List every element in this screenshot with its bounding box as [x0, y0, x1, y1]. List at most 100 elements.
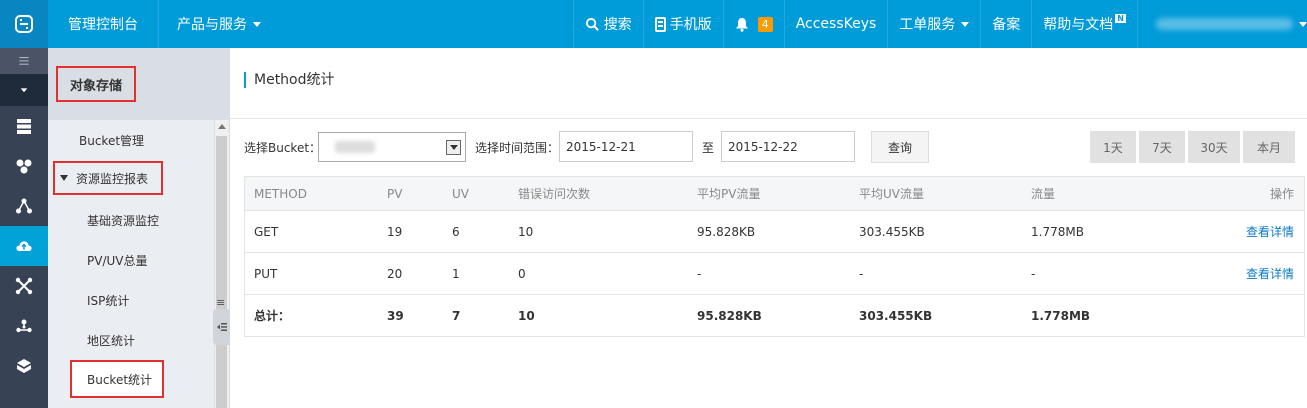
scroll-up-arrow-icon[interactable] — [217, 124, 226, 129]
method-stats-table: METHOD PV UV 错误访问次数 平均PV流量 平均UV流量 流量 操作 … — [244, 176, 1305, 337]
total-label: 总计： — [254, 309, 291, 323]
bucket-name-redacted — [335, 141, 375, 153]
sidebar-title: 对象存储 — [56, 66, 136, 102]
sidebar-group-label: 资源监控报表 — [76, 171, 149, 186]
help-link[interactable]: 帮助与文档 N — [1031, 0, 1137, 48]
server-icon — [17, 119, 31, 134]
cell-error-count: 0 — [518, 266, 526, 281]
total-avg-pv-traffic: 95.828KB — [697, 308, 762, 323]
sidebar-header: 对象存储 — [48, 48, 229, 120]
sidebar-scrollbar[interactable] — [214, 120, 228, 408]
table-row: GET 19 6 10 95.828KB 303.455KB 1.778MB 查… — [245, 210, 1304, 252]
sidebar-item-box[interactable] — [0, 346, 48, 386]
title-divider — [230, 118, 1307, 119]
mobile-label: 手机版 — [669, 17, 712, 33]
menu-toggle[interactable] — [0, 48, 48, 74]
cell-error-count: 10 — [518, 224, 534, 239]
sidebar-item-network[interactable] — [0, 186, 48, 226]
grip-icon: ≡ — [216, 296, 226, 309]
cell-uv: 6 — [452, 224, 460, 239]
record-link[interactable]: 备案 — [980, 0, 1031, 48]
products-label: 产品与服务 — [177, 17, 247, 33]
sidebar-item-bucket-stats[interactable]: Bucket统计 — [70, 360, 164, 398]
header-method: METHOD — [254, 186, 307, 201]
search-button[interactable]: 搜索 — [572, 0, 643, 48]
cell-traffic: 1.778MB — [1031, 224, 1084, 239]
notification-button[interactable]: 4 — [722, 0, 784, 48]
cell-avg-uv-traffic: 303.455KB — [859, 224, 925, 239]
collapse-toggle[interactable] — [0, 74, 48, 106]
table-total-row: 总计： 39 7 10 95.828KB 303.455KB 1.778MB — [245, 294, 1304, 336]
share-icon — [16, 319, 32, 333]
chevron-down-icon — [253, 21, 261, 27]
cell-uv: 1 — [452, 266, 460, 281]
cell-avg-pv-traffic: 95.828KB — [697, 224, 756, 239]
products-menu[interactable]: 产品与服务 — [159, 0, 279, 48]
mobile-button[interactable]: 手机版 — [642, 0, 723, 48]
user-name-redacted — [1156, 18, 1293, 30]
network-icon — [16, 198, 32, 214]
cell-method: GET — [254, 224, 279, 239]
view-details-link[interactable]: 查看详情 — [1246, 211, 1294, 252]
scrollbar-thumb[interactable] — [216, 136, 227, 408]
end-date-input[interactable] — [721, 131, 855, 162]
ticket-menu[interactable]: 工单服务 — [887, 0, 980, 48]
query-button[interactable]: 查询 — [871, 131, 929, 163]
ticket-label: 工单服务 — [899, 17, 956, 33]
bucket-select[interactable] — [318, 132, 466, 162]
select-bucket-label: 选择Bucket： — [244, 140, 322, 155]
cloud-storage-icon — [16, 241, 32, 251]
cell-traffic: - — [1031, 266, 1036, 281]
select-dropdown-button[interactable] — [446, 140, 461, 155]
total-pv: 39 — [387, 308, 404, 323]
product-icon-sidebar — [0, 48, 48, 408]
notification-badge: 4 — [757, 16, 773, 32]
total-error-count: 10 — [518, 308, 535, 323]
collapse-icon — [20, 88, 28, 93]
logo[interactable] — [0, 0, 48, 48]
sidebar-item-pvuv[interactable]: PV/UV总量 — [48, 252, 214, 269]
page-title: Method统计 — [244, 72, 335, 88]
sidebar-item-share[interactable] — [0, 306, 48, 346]
sidebar-item-region[interactable]: 地区统计 — [48, 332, 214, 349]
view-details-link[interactable]: 查看详情 — [1246, 253, 1294, 294]
cell-method: PUT — [254, 266, 278, 281]
search-icon — [585, 17, 599, 31]
sidebar-item-bucket-manage[interactable]: Bucket管理 — [48, 132, 214, 149]
bell-icon — [735, 17, 748, 32]
to-label: 至 — [702, 140, 715, 155]
box-icon — [17, 359, 31, 373]
sidebar-item-basic-monitor[interactable]: 基础资源监控 — [48, 212, 214, 229]
total-uv: 7 — [452, 308, 461, 323]
sidebar-item-isp[interactable]: ISP统计 — [48, 292, 214, 309]
accesskeys-link[interactable]: AccessKeys — [783, 0, 888, 48]
range-7day-button[interactable]: 7天 — [1139, 131, 1185, 163]
sidebar-item-node[interactable] — [0, 266, 48, 306]
sidebar-item-server[interactable] — [0, 106, 48, 146]
header-pv: PV — [387, 186, 403, 201]
chevron-down-icon — [449, 145, 458, 150]
range-30day-button[interactable]: 30天 — [1188, 131, 1240, 163]
cell-avg-uv-traffic: - — [859, 266, 864, 281]
sidebar-collapse-handle[interactable] — [213, 309, 230, 345]
sidebar-group-monitor-report[interactable]: 资源监控报表 — [53, 161, 163, 195]
expand-triangle-icon — [60, 175, 68, 181]
range-1day-button[interactable]: 1天 — [1090, 131, 1136, 163]
user-menu[interactable] — [1137, 0, 1307, 48]
total-traffic: 1.778MB — [1031, 308, 1091, 323]
search-label: 搜索 — [603, 17, 632, 33]
header-traffic: 流量 — [1031, 187, 1056, 201]
collapse-left-icon — [216, 323, 227, 331]
main-content: Method统计 选择Bucket： 选择时间范围： 至 查询 1天 7天 30… — [230, 48, 1307, 408]
header-avg-uv-traffic: 平均UV流量 — [859, 187, 924, 201]
start-date-input[interactable] — [559, 131, 693, 162]
console-home-link[interactable]: 管理控制台 — [48, 0, 159, 48]
new-badge: N — [1115, 13, 1126, 23]
table-header-row: METHOD PV UV 错误访问次数 平均PV流量 平均UV流量 流量 操作 — [245, 177, 1304, 210]
table-row: PUT 20 1 0 - - - 查看详情 — [245, 252, 1304, 294]
sidebar-item-oss[interactable] — [0, 226, 48, 266]
range-month-button[interactable]: 本月 — [1243, 131, 1295, 163]
sidebar-item-label: Bucket统计 — [87, 372, 153, 387]
header-action: 操作 — [1269, 187, 1294, 201]
sidebar-item-cluster[interactable] — [0, 146, 48, 186]
